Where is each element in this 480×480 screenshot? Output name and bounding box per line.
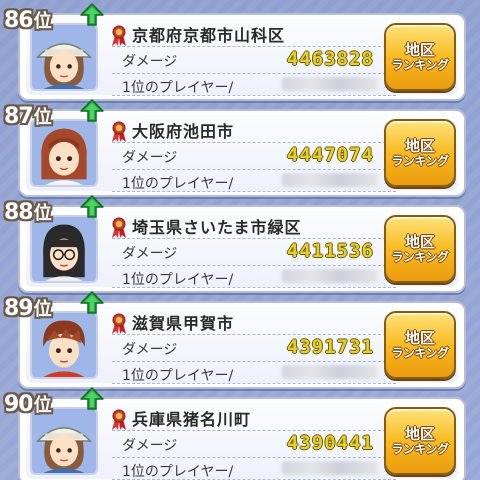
- damage-label: ダメージ: [122, 54, 178, 70]
- ranking-button-label-2: ランキング: [391, 249, 449, 264]
- top-player-label: 1位のプレイヤー/: [122, 176, 234, 192]
- rank-number: 89 位: [4, 295, 52, 321]
- damage-label: ダメージ: [122, 438, 178, 454]
- area-name: 埼玉県さいたま市緑区: [132, 218, 302, 237]
- ranking-row-86: 86 位 京都府京都市山科区 ダメージ 4463828 1位のプレイヤー/ 地区 …: [4, 3, 466, 101]
- ranking-button-label-1: 地区: [404, 329, 435, 348]
- area-ranking-button[interactable]: 地区 ランキング: [384, 23, 456, 91]
- top-player-label: 1位のプレイヤー/: [122, 272, 234, 288]
- divider: [112, 383, 396, 384]
- divider: [112, 95, 396, 96]
- area-name: 滋賀県甲賀市: [132, 314, 235, 333]
- top-player-label: 1位のプレイヤー/: [122, 80, 234, 96]
- divider: [112, 334, 396, 335]
- ranking-row-88: 88 位 埼玉県さいたま市緑区 ダメージ 4411536 1位のプレイヤー/ 地区…: [4, 195, 466, 293]
- blurred-player-name: [282, 77, 378, 91]
- rank-number: 90 位: [4, 391, 52, 417]
- top-player-label: 1位のプレイヤー/: [122, 368, 234, 384]
- rank-up-arrow-icon: [80, 3, 104, 26]
- rank-number: 88 位: [4, 199, 52, 225]
- rank-number: 87 位: [4, 103, 52, 129]
- divider: [112, 46, 396, 47]
- area-ranking-button[interactable]: 地区 ランキング: [384, 119, 456, 187]
- medal-ribbon-icon: [112, 25, 126, 46]
- divider: [112, 361, 396, 362]
- area-ranking-button[interactable]: 地区 ランキング: [384, 311, 456, 379]
- blurred-player-name: [282, 173, 378, 187]
- damage-value: 4463828: [286, 48, 374, 70]
- damage-label: ダメージ: [122, 342, 178, 358]
- divider: [112, 169, 396, 170]
- ranking-button-label-2: ランキング: [391, 57, 449, 72]
- rank-number: 86 位: [4, 7, 52, 33]
- damage-label: ダメージ: [122, 150, 178, 166]
- blurred-player-name: [282, 365, 378, 379]
- divider: [112, 287, 396, 288]
- ranking-button-label-2: ランキング: [391, 441, 449, 456]
- divider: [112, 191, 396, 192]
- ranking-row-90: 90 位 兵庫県猪名川町 ダメージ 4390441 1位のプレイヤー/ 地区 ラン…: [4, 387, 466, 480]
- ranking-button-label-1: 地区: [404, 425, 435, 444]
- area-name: 兵庫県猪名川町: [132, 410, 252, 429]
- ranking-button-label-2: ランキング: [391, 345, 449, 360]
- ranking-button-label-1: 地区: [404, 137, 435, 156]
- divider: [112, 265, 396, 266]
- ranking-button-label-1: 地区: [404, 233, 435, 252]
- damage-value: 4411536: [286, 240, 374, 262]
- blurred-player-name: [282, 269, 378, 283]
- medal-ribbon-icon: [112, 409, 126, 430]
- ranking-button-label-1: 地区: [404, 41, 435, 60]
- damage-value: 4390441: [286, 432, 374, 454]
- damage-value: 4391731: [286, 336, 374, 358]
- ranking-button-label-2: ランキング: [391, 153, 449, 168]
- damage-label: ダメージ: [122, 246, 178, 262]
- ranking-list: 86 位 京都府京都市山科区 ダメージ 4463828 1位のプレイヤー/ 地区 …: [0, 0, 480, 480]
- area-ranking-button[interactable]: 地区 ランキング: [384, 215, 456, 283]
- rank-up-arrow-icon: [80, 195, 104, 218]
- medal-ribbon-icon: [112, 217, 126, 238]
- area-ranking-button[interactable]: 地区 ランキング: [384, 407, 456, 475]
- medal-ribbon-icon: [112, 313, 126, 334]
- ranking-row-87: 87 位 大阪府池田市 ダメージ 4447074 1位のプレイヤー/ 地区 ランキ…: [4, 99, 466, 197]
- area-name: 大阪府池田市: [132, 122, 235, 141]
- medal-ribbon-icon: [112, 121, 126, 142]
- divider: [112, 457, 396, 458]
- top-player-label: 1位のプレイヤー/: [122, 464, 234, 480]
- divider: [112, 430, 396, 431]
- area-name: 京都府京都市山科区: [132, 26, 286, 45]
- rank-up-arrow-icon: [80, 99, 104, 122]
- blurred-player-name: [282, 461, 378, 475]
- rank-up-arrow-icon: [80, 387, 104, 410]
- damage-value: 4447074: [286, 144, 374, 166]
- divider: [112, 142, 396, 143]
- rank-up-arrow-icon: [80, 291, 104, 314]
- ranking-row-89: 89 位 滋賀県甲賀市 ダメージ 4391731 1位のプレイヤー/ 地区 ランキ…: [4, 291, 466, 389]
- divider: [112, 73, 396, 74]
- divider: [112, 238, 396, 239]
